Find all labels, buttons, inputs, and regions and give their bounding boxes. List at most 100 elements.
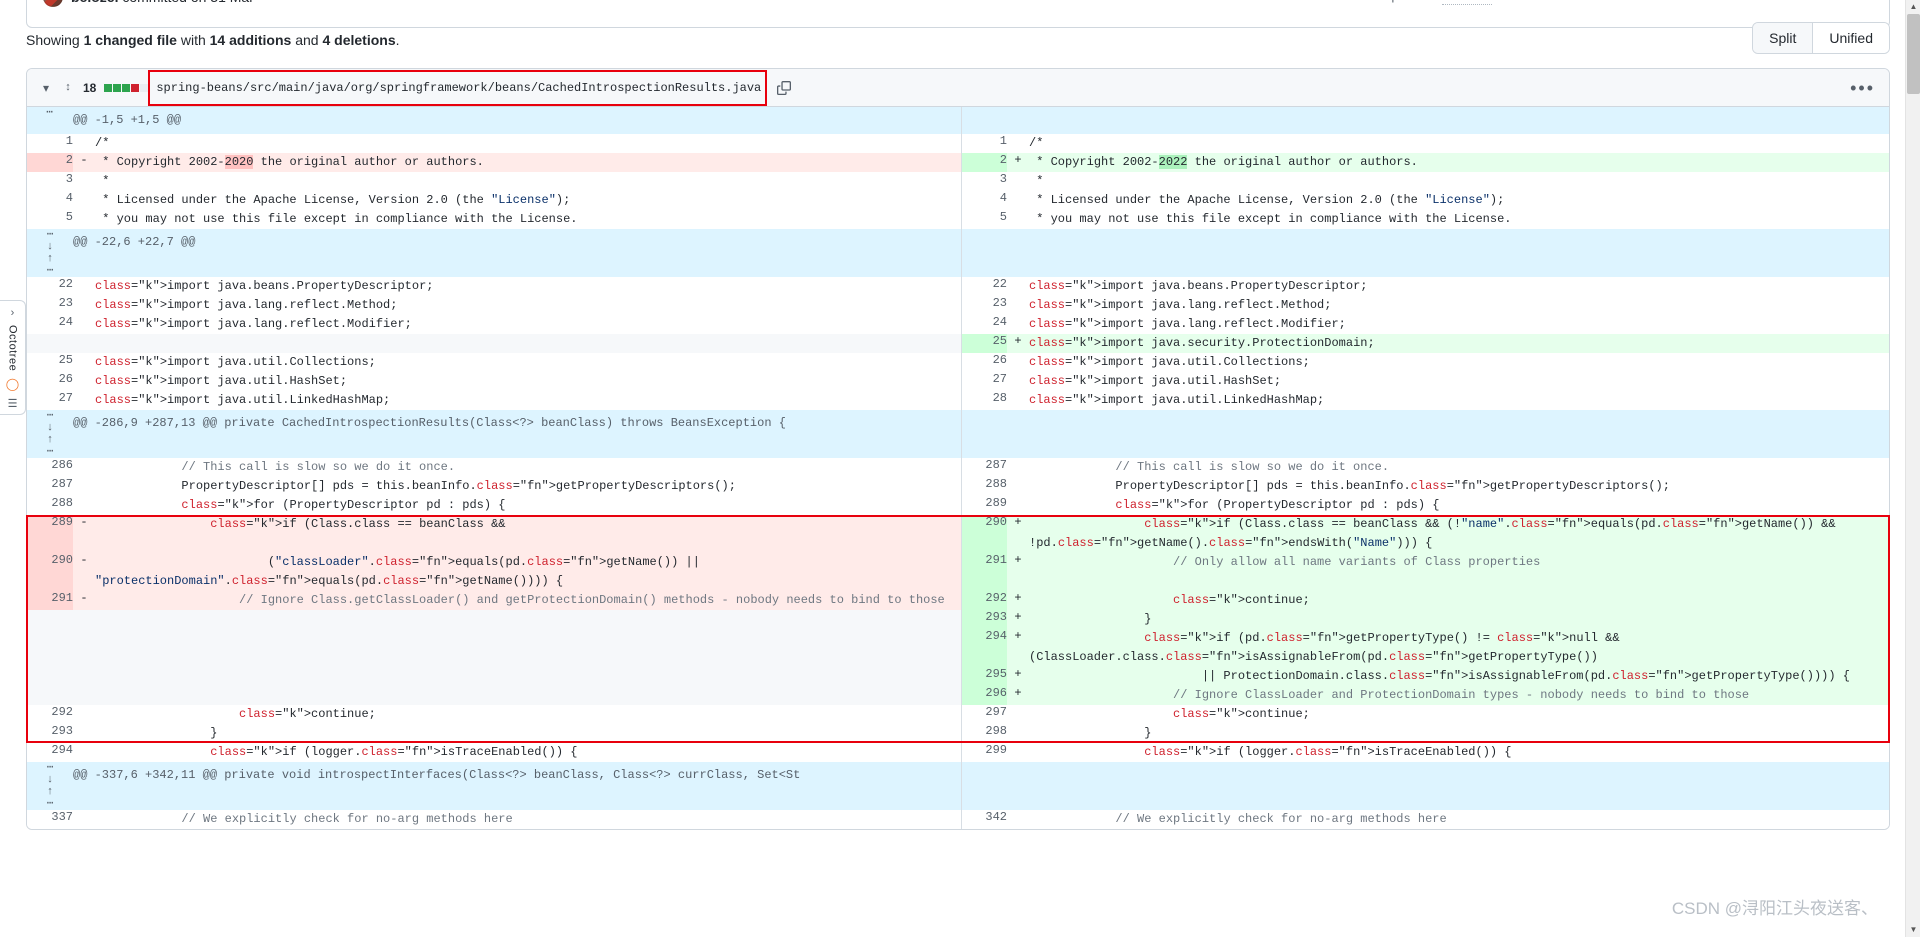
avatar[interactable] — [43, 0, 63, 7]
code-cell-left[interactable] — [95, 686, 962, 705]
scrollbar-thumb[interactable] — [1907, 14, 1920, 94]
code-cell-left[interactable]: * you may not use this file except in co… — [95, 210, 962, 229]
diff-marker-right — [1007, 705, 1029, 724]
code-cell-left[interactable]: * Copyright 2002-2020 the original autho… — [95, 153, 962, 172]
diff-marker-left — [73, 353, 95, 372]
commit-sha[interactable]: 002546b3e4b8d791ea6acccb81eb3168f51abb15 — [1585, 0, 1873, 4]
code-cell-right[interactable]: // We explicitly check for no-arg method… — [1029, 810, 1889, 829]
line-number-left: 286 — [27, 458, 73, 477]
summary-additions: 14 additions — [209, 32, 292, 48]
code-cell-left[interactable] — [95, 610, 962, 629]
code-cell-right[interactable]: } — [1029, 610, 1889, 629]
diff-row: 22 class="k">import java.beans.PropertyDe… — [27, 277, 1889, 296]
expand-hunk-button-right[interactable] — [961, 229, 1007, 277]
code-cell-right[interactable]: class="k">for (PropertyDescriptor pd : p… — [1029, 496, 1889, 515]
code-cell-left[interactable]: class="k">import java.util.Collections; — [95, 353, 962, 372]
code-cell-left[interactable]: class="k">if (logger.class="fn">isTraceE… — [95, 743, 962, 762]
code-cell-right[interactable]: /* — [1029, 134, 1889, 153]
page-scrollbar[interactable]: ▲ ▼ — [1905, 0, 1920, 937]
code-cell-right[interactable]: } — [1029, 724, 1889, 743]
code-cell-left[interactable]: PropertyDescriptor[] pds = this.beanInfo… — [95, 477, 962, 496]
code-cell-left[interactable]: * Licensed under the Apache License, Ver… — [95, 191, 962, 210]
parent-label: 1 parent — [1377, 0, 1435, 4]
code-cell-left[interactable]: } — [95, 724, 962, 743]
code-cell-left[interactable] — [95, 667, 962, 686]
file-path[interactable]: spring-beans/src/main/java/org/springfra… — [156, 81, 761, 95]
code-cell-left[interactable]: class="k">import java.beans.PropertyDesc… — [95, 277, 962, 296]
expand-hunk-button[interactable]: ⋯ ↓ ↑ ⋯ — [27, 229, 73, 277]
chevron-right-icon[interactable]: › — [11, 307, 15, 319]
code-cell-left[interactable]: /* — [95, 134, 962, 153]
code-cell-right[interactable]: class="k">continue; — [1029, 705, 1889, 724]
diff-row: 3 * 3 * — [27, 172, 1889, 191]
code-cell-left[interactable]: class="k">continue; — [95, 705, 962, 724]
code-cell-left[interactable]: * — [95, 172, 962, 191]
line-number-right: 3 — [961, 172, 1007, 191]
expand-hunk-button-right[interactable] — [961, 410, 1007, 458]
code-cell-left[interactable] — [95, 629, 962, 667]
code-cell-left[interactable]: class="k">import java.util.HashSet; — [95, 372, 962, 391]
parent-sha[interactable]: 1627f57 — [1441, 0, 1493, 5]
code-cell-right[interactable]: class="k">import java.beans.PropertyDesc… — [1029, 277, 1889, 296]
octotree-sidebar-tab[interactable]: › Octotree ◯ ☰ — [0, 300, 26, 415]
copy-path-icon[interactable] — [777, 80, 792, 95]
split-view-button[interactable]: Split — [1753, 23, 1813, 53]
code-cell-left[interactable]: // We explicitly check for no-arg method… — [95, 810, 962, 829]
summary-files: 1 changed file — [83, 32, 177, 48]
chevron-down-icon[interactable]: ▾ — [39, 81, 53, 95]
octotree-menu-icon[interactable]: ☰ — [8, 397, 18, 410]
scroll-down-arrow-icon[interactable]: ▼ — [1906, 923, 1920, 937]
expand-hunk-button[interactable]: ⋯ ↓ ↑ ⋯ — [27, 410, 73, 458]
file-options-kebab-icon[interactable]: ••• — [1850, 79, 1875, 97]
code-cell-left[interactable]: class="k">import java.lang.reflect.Modif… — [95, 315, 962, 334]
unified-view-button[interactable]: Unified — [1812, 23, 1889, 53]
code-cell-right[interactable]: class="k">import java.security.Protectio… — [1029, 334, 1889, 353]
octotree-logo-icon: ◯ — [5, 377, 20, 392]
code-cell-right[interactable]: class="k">if (logger.class="fn">isTraceE… — [1029, 743, 1889, 762]
diff-marker-right — [1007, 277, 1029, 296]
line-number-left — [27, 667, 73, 686]
expand-hunk-button-right[interactable] — [961, 762, 1007, 810]
diff-row: 1/* 1/* — [27, 134, 1889, 153]
code-cell-right[interactable]: class="k">import java.lang.reflect.Metho… — [1029, 296, 1889, 315]
code-cell-left[interactable]: // Ignore Class.getClassLoader() and get… — [95, 591, 962, 610]
code-cell-left[interactable] — [95, 334, 962, 353]
code-cell-left[interactable]: ("classLoader".class="fn">equals(pd.clas… — [95, 553, 962, 591]
code-cell-right[interactable]: class="k">if (pd.class="fn">getPropertyT… — [1029, 629, 1889, 667]
code-cell-right[interactable]: class="k">import java.util.HashSet; — [1029, 372, 1889, 391]
code-cell-right[interactable]: class="k">import java.util.Collections; — [1029, 353, 1889, 372]
diff-row: 287 PropertyDescriptor[] pds = this.bean… — [27, 477, 1889, 496]
code-cell-right[interactable]: // This call is slow so we do it once. — [1029, 458, 1889, 477]
code-cell-left[interactable]: class="k">if (Class.class == beanClass &… — [95, 515, 962, 553]
scroll-up-arrow-icon[interactable]: ▲ — [1906, 0, 1920, 14]
code-cell-right[interactable]: class="k">continue; — [1029, 591, 1889, 610]
committer-name[interactable]: bclozel — [71, 0, 118, 5]
code-cell-left[interactable]: class="k">import java.util.LinkedHashMap… — [95, 391, 962, 410]
diff-marker-right: + — [1007, 686, 1029, 705]
code-cell-right[interactable]: class="k">if (Class.class == beanClass &… — [1029, 515, 1889, 553]
code-cell-right[interactable]: * you may not use this file except in co… — [1029, 210, 1889, 229]
code-cell-right[interactable]: * Copyright 2002-2022 the original autho… — [1029, 153, 1889, 172]
code-cell-right[interactable]: class="k">import java.util.LinkedHashMap… — [1029, 391, 1889, 410]
code-cell-left[interactable]: class="k">for (PropertyDescriptor pd : p… — [95, 496, 962, 515]
code-cell-right[interactable]: PropertyDescriptor[] pds = this.beanInfo… — [1029, 477, 1889, 496]
code-cell-left[interactable]: class="k">import java.lang.reflect.Metho… — [95, 296, 962, 315]
line-number-right: 22 — [961, 277, 1007, 296]
expand-hunk-button-right[interactable] — [961, 107, 1007, 134]
hunk-header-row: ⋯ ↓ ↑ ⋯ @@ -337,6 +342,11 @@ private void in… — [27, 762, 1889, 810]
expand-hunk-button[interactable]: ⋯ ↓ ↑ ⋯ — [27, 762, 73, 810]
hunk-header-row: ⋯ @@ -1,5 +1,5 @@ — [27, 107, 1889, 134]
code-cell-right[interactable]: * Licensed under the Apache License, Ver… — [1029, 191, 1889, 210]
code-cell-right[interactable]: // Only allow all name variants of Class… — [1029, 553, 1889, 591]
code-cell-right[interactable]: class="k">import java.lang.reflect.Modif… — [1029, 315, 1889, 334]
diff-view-toggle[interactable]: Split Unified — [1752, 22, 1890, 54]
code-cell-left[interactable]: // This call is slow so we do it once. — [95, 458, 962, 477]
file-diff-container: ▾ ↕ 18 spring-beans/src/main/java/org/sp… — [26, 68, 1890, 830]
watermark: CSDN @浔阳江头夜送客、 — [1671, 899, 1878, 918]
code-cell-right[interactable]: || ProtectionDomain.class.class="fn">isA… — [1029, 667, 1889, 686]
diff-marker-right: + — [1007, 334, 1029, 353]
code-cell-right[interactable]: * — [1029, 172, 1889, 191]
expand-collapse-icon[interactable]: ↕ — [61, 82, 75, 93]
code-cell-right[interactable]: // Ignore ClassLoader and ProtectionDoma… — [1029, 686, 1889, 705]
expand-hunk-button[interactable]: ⋯ — [27, 107, 73, 134]
